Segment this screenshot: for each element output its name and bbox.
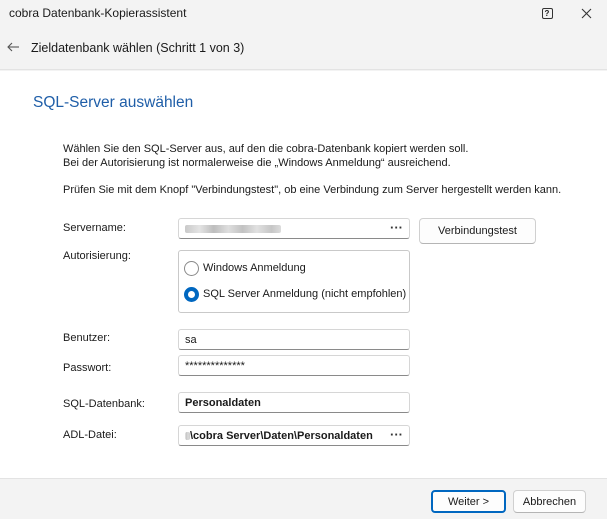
description-line-1: Wählen Sie den SQL-Server aus, auf den d… xyxy=(63,143,469,155)
page-heading: SQL-Server auswählen xyxy=(33,94,194,111)
password-label: Passwort: xyxy=(63,362,112,374)
authorization-label: Autorisierung: xyxy=(63,250,131,262)
next-button[interactable]: Weiter > xyxy=(431,490,506,513)
auth-option-windows[interactable]: Windows Anmeldung xyxy=(184,259,306,277)
redacted-server-name xyxy=(185,225,281,234)
close-icon xyxy=(581,8,591,18)
servername-label: Servername: xyxy=(63,222,126,234)
connection-test-button[interactable]: Verbindungstest xyxy=(419,218,536,244)
description-line-2: Bei der Autorisierung ist normalerweise … xyxy=(63,157,451,169)
description-line-3: Prüfen Sie mit dem Knopf "Verbindungstes… xyxy=(63,184,562,196)
adl-file-input[interactable]: \cobra Server\Daten\Personaldaten ··· xyxy=(178,425,410,446)
help-icon: ? xyxy=(541,7,553,19)
help-button[interactable]: ? xyxy=(529,0,565,26)
password-input[interactable]: ************** xyxy=(178,355,410,376)
sql-database-input[interactable]: Personaldaten xyxy=(178,392,410,413)
wizard-header: Zieldatenbank wählen (Schritt 1 von 3) xyxy=(0,26,607,70)
wizard-window: cobra Datenbank-Kopierassistent ? Zielda… xyxy=(0,0,607,519)
user-input[interactable]: sa xyxy=(178,329,410,350)
radio-windows-unchecked[interactable] xyxy=(184,260,199,276)
title-bar: cobra Datenbank-Kopierassistent ? xyxy=(0,0,607,26)
auth-option-sqlserver-label: SQL Server Anmeldung (nicht empfohlen) xyxy=(203,288,407,300)
radio-sqlserver-checked[interactable] xyxy=(184,286,199,302)
auth-option-windows-label: Windows Anmeldung xyxy=(203,262,306,274)
servername-browse-button[interactable]: ··· xyxy=(390,220,403,235)
authorization-group: Windows Anmeldung SQL Server Anmeldung (… xyxy=(178,250,410,313)
adl-file-path: \cobra Server\Daten\Personaldaten xyxy=(190,430,373,442)
adl-file-browse-button[interactable]: ··· xyxy=(388,427,403,442)
close-button[interactable] xyxy=(568,0,604,26)
sql-database-label: SQL-Datenbank: xyxy=(63,398,145,410)
user-label: Benutzer: xyxy=(63,332,111,344)
adl-file-label: ADL-Datei: xyxy=(63,429,117,441)
back-arrow-icon[interactable] xyxy=(6,40,20,54)
step-title: Zieldatenbank wählen (Schritt 1 von 3) xyxy=(31,41,245,55)
wizard-content: SQL-Server auswählen Wählen Sie den SQL-… xyxy=(0,71,607,478)
auth-option-sqlserver[interactable]: SQL Server Anmeldung (nicht empfohlen) xyxy=(184,285,406,303)
window-title: cobra Datenbank-Kopierassistent xyxy=(9,6,187,20)
cancel-button[interactable]: Abbrechen xyxy=(513,490,586,513)
wizard-footer: Weiter > Abbrechen xyxy=(0,478,607,519)
servername-input[interactable]: ··· xyxy=(178,218,410,239)
